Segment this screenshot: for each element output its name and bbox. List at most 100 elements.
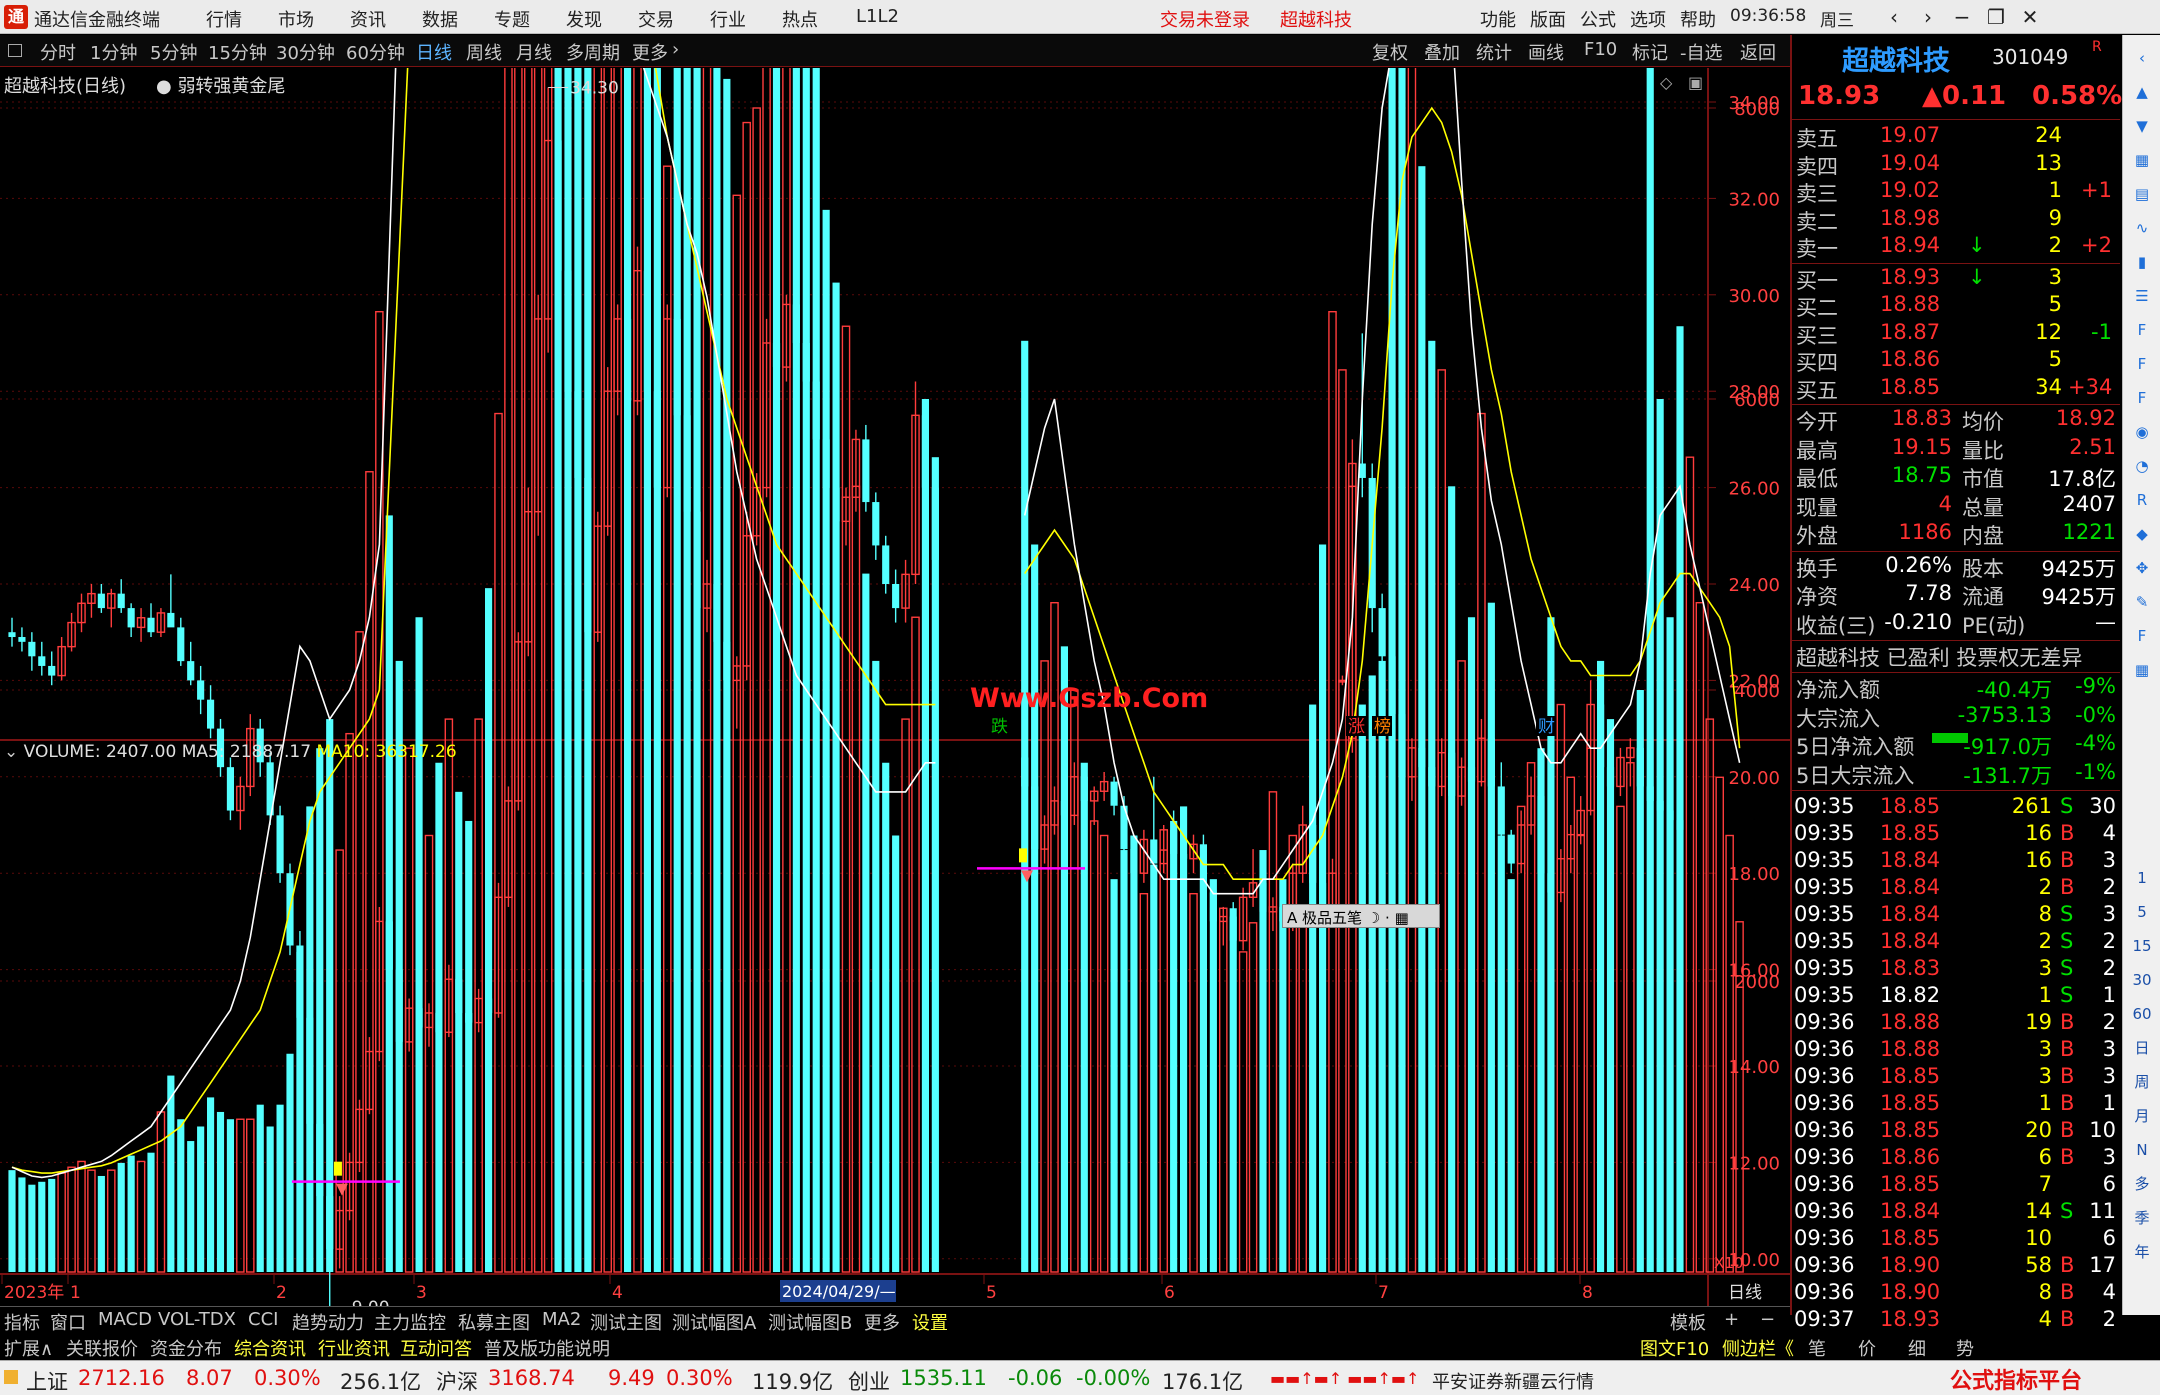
template-control-2[interactable]: −: [1760, 1309, 1775, 1330]
period-fenshi[interactable]: 分时: [40, 39, 76, 65]
indicator-tab-3[interactable]: VOL-TDX: [158, 1309, 236, 1330]
tick-row[interactable]: 09:35 18.84 2 B 2: [1792, 875, 2120, 902]
ask-row[interactable]: 卖四 19.04 13: [1792, 151, 2120, 179]
menu-faxian[interactable]: 发现: [566, 6, 602, 32]
vol-legend-toggle-icon[interactable]: ⌄: [4, 742, 24, 762]
menu-shichang[interactable]: 市场: [278, 6, 314, 32]
side-period-7[interactable]: 月: [2129, 1103, 2155, 1129]
stat-row[interactable]: 最低 18.75 市值 17.8亿: [1792, 463, 2120, 491]
menu-zixun[interactable]: 资讯: [350, 6, 386, 32]
side-period-10[interactable]: 季: [2129, 1205, 2155, 1231]
btn-diejia[interactable]: 叠加: [1424, 39, 1460, 65]
side-period-5[interactable]: 日: [2129, 1035, 2155, 1061]
indicator-tab-2[interactable]: MACD: [98, 1309, 152, 1330]
cy-label[interactable]: 创业: [848, 1366, 890, 1395]
indicator-tab-0[interactable]: 指标: [4, 1309, 40, 1335]
server-name[interactable]: 平安证券新疆云行情: [1432, 1368, 1594, 1394]
indicator-tab-9[interactable]: 测试主图: [590, 1309, 662, 1335]
side-period-9[interactable]: 多: [2129, 1171, 2155, 1197]
menu-shuju[interactable]: 数据: [422, 6, 458, 32]
side-period-0[interactable]: 1: [2129, 865, 2155, 891]
info-tab-6[interactable]: 普及版功能说明: [484, 1335, 610, 1361]
menu-gongshi[interactable]: 公式: [1580, 6, 1616, 32]
right-tab-0[interactable]: 图文F10: [1640, 1335, 1709, 1361]
tick-row[interactable]: 09:36 18.88 19 B 2: [1792, 1010, 2120, 1037]
stat-row[interactable]: 收益(三) -0.210 PE(动) —: [1792, 610, 2120, 638]
tick-row[interactable]: 09:35 18.85 16 B 4: [1792, 821, 2120, 848]
trend-icon[interactable]: ∿: [2129, 215, 2155, 241]
more-chevron-icon[interactable]: ›: [672, 39, 679, 60]
btn-fuquan[interactable]: 复权: [1372, 39, 1408, 65]
ask-row[interactable]: 卖五 19.07 24: [1792, 123, 2120, 151]
side-period-8[interactable]: N: [2129, 1137, 2155, 1163]
indicator-tab-8[interactable]: MA2: [542, 1309, 581, 1330]
side-period-3[interactable]: 30: [2129, 967, 2155, 993]
side-period-11[interactable]: 年: [2129, 1239, 2155, 1265]
indicator-tab-5[interactable]: 趋势动力: [292, 1309, 364, 1335]
f11-icon[interactable]: F: [2129, 351, 2155, 377]
flow-row[interactable]: 5日大宗流入 -131.7万 -1%: [1792, 760, 2120, 788]
btn-huaxian[interactable]: 画线: [1528, 39, 1564, 65]
up-icon[interactable]: ▲: [2129, 79, 2155, 105]
tick-row[interactable]: 09:35 18.84 8 S 3: [1792, 902, 2120, 929]
indicator-tab-11[interactable]: 测试幅图B: [768, 1309, 852, 1335]
pen-icon[interactable]: ✎: [2129, 589, 2155, 615]
back-icon[interactable]: ‹: [2129, 45, 2155, 71]
stat-row[interactable]: 最高 19.15 量比 2.51: [1792, 435, 2120, 463]
tick-row[interactable]: 09:35 18.84 2 S 2: [1792, 929, 2120, 956]
tick-row[interactable]: 09:35 18.83 3 S 2: [1792, 956, 2120, 983]
tick-row[interactable]: 09:36 18.90 58 B 17: [1792, 1253, 2120, 1280]
menu-xuanxiang[interactable]: 选项: [1630, 6, 1666, 32]
tick-row[interactable]: 09:37 18.93 4 B 2: [1792, 1307, 2120, 1334]
f5-icon[interactable]: F: [2129, 623, 2155, 649]
f10-icon[interactable]: F: [2129, 317, 2155, 343]
period-1min[interactable]: 1分钟: [90, 39, 137, 65]
bid-row[interactable]: 买一 18.93 ↓ 3: [1792, 265, 2120, 293]
period-5min[interactable]: 5分钟: [150, 39, 197, 65]
period-15min[interactable]: 15分钟: [208, 39, 267, 65]
indicator-tab-7[interactable]: 私募主图: [458, 1309, 530, 1335]
login-status[interactable]: 交易未登录: [1160, 6, 1250, 32]
stat-row[interactable]: 外盘 1186 内盘 1221: [1792, 520, 2120, 548]
kline-chart[interactable]: 34.0032.0030.0028.0026.0024.0022.0020.00…: [0, 68, 1790, 1314]
tick-row[interactable]: 09:35 18.84 16 B 3: [1792, 848, 2120, 875]
indicator-tab-12[interactable]: 更多: [864, 1309, 900, 1335]
btn-zixuan[interactable]: -自选: [1680, 39, 1723, 65]
tick-row[interactable]: 09:35 18.82 1 S 1: [1792, 983, 2120, 1010]
right-tab-4[interactable]: 细: [1908, 1335, 1926, 1361]
btn-fanhui[interactable]: 返回: [1740, 39, 1776, 65]
rsi-icon[interactable]: R: [2129, 487, 2155, 513]
period-multi[interactable]: 多周期: [566, 39, 620, 65]
info-tab-0[interactable]: 扩展∧: [4, 1335, 53, 1361]
tick-row[interactable]: 09:36 18.86 6 B 3: [1792, 1145, 2120, 1172]
menu-gongneng[interactable]: 功能: [1480, 6, 1516, 32]
template-control-0[interactable]: 模板: [1670, 1309, 1706, 1335]
info-tab-1[interactable]: 关联报价: [66, 1335, 138, 1361]
indicator-tab-4[interactable]: CCI: [248, 1309, 278, 1330]
sz-label[interactable]: 沪深: [436, 1366, 478, 1395]
shield-icon[interactable]: ◆: [2129, 521, 2155, 547]
f12-icon[interactable]: F: [2129, 385, 2155, 411]
close-icon[interactable]: ✕: [2013, 3, 2047, 31]
period-30min[interactable]: 30分钟: [276, 39, 335, 65]
stat-row[interactable]: 换手 0.26% 股本 9425万: [1792, 553, 2120, 581]
menu-redian[interactable]: 热点: [782, 6, 818, 32]
info-tab-2[interactable]: 资金分布: [150, 1335, 222, 1361]
side-period-4[interactable]: 60: [2129, 1001, 2155, 1027]
tick-row[interactable]: 09:36 18.85 3 B 3: [1792, 1064, 2120, 1091]
tick-row[interactable]: 09:36 18.84 14 S 11: [1792, 1199, 2120, 1226]
period-60min[interactable]: 60分钟: [346, 39, 405, 65]
menu-banmian[interactable]: 版面: [1530, 6, 1566, 32]
stat-row[interactable]: 净资 7.78 流通 9425万: [1792, 581, 2120, 609]
tick-row[interactable]: 09:36 18.85 1 B 1: [1792, 1091, 2120, 1118]
grid-icon[interactable]: ▤: [2129, 181, 2155, 207]
indicator-tab-6[interactable]: 主力监控: [374, 1309, 446, 1335]
right-tab-1[interactable]: 侧边栏《: [1722, 1335, 1794, 1361]
ask-row[interactable]: 卖一 18.94 ↓ 2 +2: [1792, 233, 2120, 261]
btn-biaoji[interactable]: 标记: [1632, 39, 1668, 65]
period-weekly[interactable]: 周线: [466, 39, 502, 65]
restore-icon[interactable]: ❐: [1979, 3, 2013, 31]
btn-f10[interactable]: F10: [1584, 39, 1617, 60]
side-period-6[interactable]: 周: [2129, 1069, 2155, 1095]
back-icon[interactable]: ‹: [1877, 3, 1911, 31]
